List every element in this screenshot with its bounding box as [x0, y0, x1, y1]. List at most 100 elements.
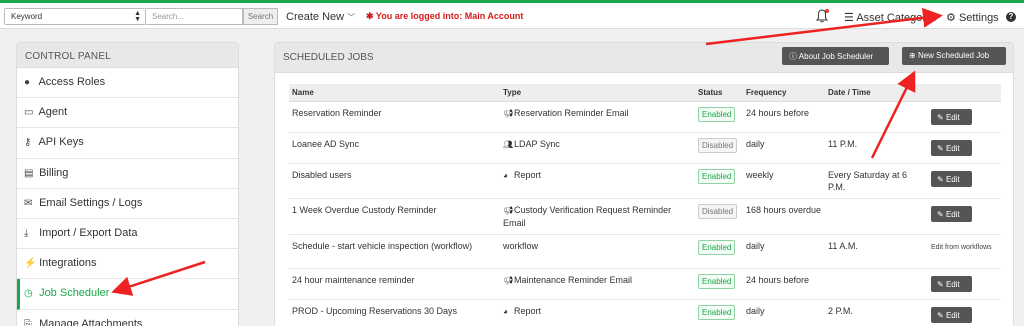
column-header-type: Type [500, 84, 695, 102]
sidebar-item-label: Email Settings / Logs [39, 196, 143, 209]
job-type-label: Custody Verification Request Reminder Em… [503, 204, 672, 228]
pencil-icon: ✎ [937, 143, 944, 153]
edit-button[interactable]: ✎ Edit [931, 139, 972, 156]
table-row: Disabled users ◕ Report Enabled weekly Ev… [289, 163, 1001, 199]
notification-dot [825, 9, 829, 13]
edit-label: Edit [945, 143, 960, 153]
job-type: 📢︎Reservation Reminder Email [500, 101, 695, 133]
status-badge: Disabled [698, 137, 738, 153]
new-scheduled-job-button[interactable]: ⊕ New Scheduled Job [902, 47, 1006, 65]
edit-button[interactable]: ✎ Edit [931, 170, 972, 187]
envelope-icon: ✉ [24, 197, 33, 209]
job-name: 24 hour maintenance reminder [289, 268, 500, 300]
logged-in-notice: ✱ You are logged into: Main Account [366, 11, 523, 22]
edit-button[interactable]: ✎ Edit [931, 205, 972, 222]
pencil-icon: ✎ [937, 310, 944, 320]
sidebar-item-billing[interactable]: ▤ Billing [17, 159, 238, 189]
edit-button[interactable]: ✎ Edit [931, 306, 972, 323]
table-row: Reservation Reminder 📢︎Reservation Remin… [289, 101, 1001, 133]
jobs-table: Name Type Status Frequency Date / Time R… [289, 84, 1001, 326]
job-datetime [825, 198, 928, 235]
job-type: 📢︎Maintenance Reminder Email [500, 268, 695, 300]
top-bar: Keyword ▲ ▼ Search... Search Create New ﹀… [0, 3, 1024, 29]
create-new-label: Create New [286, 11, 345, 23]
job-name: Disabled users [289, 163, 500, 199]
sidebar-item-job-scheduler[interactable]: ◷ Job Scheduler [17, 279, 238, 310]
create-new-menu[interactable]: Create New ﹀ [286, 11, 355, 23]
gear-icon: ⚙ [946, 12, 956, 24]
sidebar-item-label: Agent [38, 106, 68, 119]
download-icon: ⤓ [24, 227, 29, 239]
column-header-status: Status [695, 84, 743, 102]
job-type-label: Report [514, 169, 542, 180]
info-icon: ⓘ [789, 52, 797, 61]
column-header-frequency: Frequency [743, 84, 825, 102]
settings-label: Settings [958, 12, 999, 24]
job-datetime: 11 P.M. [825, 132, 928, 164]
keyword-select-value: Keyword [11, 12, 43, 21]
asset-categories-label: Asset Categories [856, 12, 936, 24]
job-frequency: daily [743, 132, 825, 164]
job-frequency: 24 hours before [743, 101, 825, 133]
sidebar-item-label: API Keys [38, 136, 84, 149]
job-type-label: LDAP Sync [514, 138, 560, 149]
scheduled-jobs-panel: SCHEDULED JOBS ⓘ About Job Scheduler ⊕ N… [274, 42, 1014, 326]
megaphone-icon: 📢︎ [503, 108, 514, 118]
users-icon: 👥︎ [503, 139, 514, 149]
sidebar-item-integrations[interactable]: ⚡ Integrations [17, 249, 238, 280]
job-name: 1 Week Overdue Custody Reminder [289, 198, 500, 235]
bell-icon[interactable] [816, 9, 829, 23]
pencil-icon: ✎ [937, 209, 944, 219]
sidebar-item-api-keys[interactable]: ⚷ API Keys [17, 128, 238, 159]
asset-categories-link[interactable]: ☰ Asset Categories [844, 11, 936, 24]
monitor-icon: ▭ [24, 107, 34, 119]
edit-button[interactable]: ✎ Edit [931, 108, 972, 125]
search-button[interactable]: Search [243, 8, 278, 25]
sidebar-item-label: Import / Export Data [39, 226, 138, 239]
job-type: workflow [500, 234, 695, 269]
sidebar-item-import-export[interactable]: ⤓ Import / Export Data [17, 219, 238, 250]
sidebar-item-access-roles[interactable]: ● Access Roles [17, 68, 238, 99]
job-frequency: daily [743, 299, 825, 326]
sidebar-item-label: Integrations [39, 257, 97, 270]
sidebar-item-email-settings[interactable]: ✉ Email Settings / Logs [17, 189, 238, 219]
edit-button[interactable]: ✎ Edit [931, 275, 972, 292]
sidebar-item-agent[interactable]: ▭ Agent [17, 98, 238, 129]
clock-icon: ◷ [24, 288, 33, 300]
billing-icon: ▤ [24, 167, 34, 179]
settings-link[interactable]: ⚙ Settings [946, 11, 999, 24]
list-icon: ☰ [844, 12, 854, 24]
job-name: Reservation Reminder [289, 101, 500, 133]
sidebar-item-manage-attachments[interactable]: ⎘ Manage Attachments [17, 310, 238, 326]
help-icon[interactable]: ? [1006, 12, 1016, 22]
about-job-scheduler-button[interactable]: ⓘ About Job Scheduler [782, 47, 889, 65]
pencil-icon: ✎ [937, 174, 944, 184]
column-header-actions [928, 84, 1001, 102]
about-button-label: About Job Scheduler [798, 52, 874, 61]
job-type: ◕ Report [500, 299, 695, 326]
job-type-label: Reservation Reminder Email [514, 107, 629, 118]
status-badge: Enabled [698, 273, 736, 289]
select-arrows-icon: ▲ ▼ [134, 10, 141, 23]
megaphone-icon: 📢︎ [503, 275, 514, 285]
column-header-name: Name [289, 84, 500, 102]
sidebar-item-label: Manage Attachments [39, 317, 143, 326]
job-name: Loanee AD Sync [289, 132, 500, 164]
job-datetime: 11 A.M. [825, 234, 928, 269]
table-row: Schedule - start vehicle inspection (wor… [289, 234, 1001, 269]
keyword-select[interactable]: Keyword ▲ ▼ [4, 8, 146, 25]
chevron-down-icon: ﹀ [347, 13, 356, 22]
edit-label: Edit [945, 209, 960, 219]
sidebar-item-label: Access Roles [38, 76, 106, 88]
scheduled-jobs-header: SCHEDULED JOBS ⓘ About Job Scheduler ⊕ N… [275, 43, 1013, 73]
job-type-label: Report [514, 305, 542, 316]
status-badge: Enabled [698, 168, 736, 184]
job-type: 👥︎LDAP Sync [500, 132, 695, 164]
job-type: 📢︎Custody Verification Request Reminder … [500, 198, 695, 235]
job-frequency: daily [743, 234, 825, 269]
job-type: ◕ Report [500, 163, 695, 199]
pencil-icon: ✎ [937, 112, 944, 122]
edit-label: Edit [945, 310, 960, 320]
search-input[interactable]: Search... [146, 8, 243, 25]
edit-from-workflows-text: Edit from workflows [931, 243, 992, 251]
